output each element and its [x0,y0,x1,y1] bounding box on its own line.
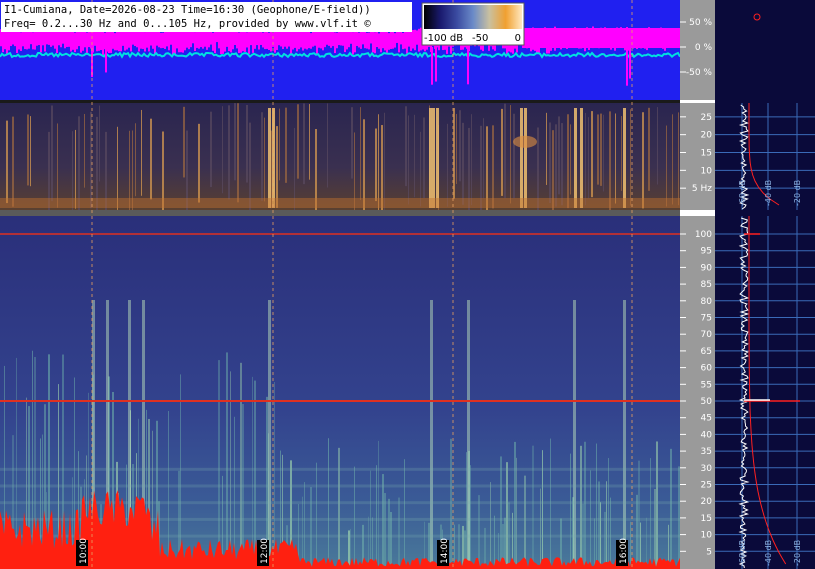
time-label-group: 14:00 [437,538,450,566]
main-tick-label: 75 [701,314,712,324]
low-freq-spectrogram [0,103,680,231]
main-tick-label: 80 [701,297,713,307]
low-freq-tick-label: 20 [701,131,713,141]
time-label: 14:00 [440,538,450,564]
amplitude-tick-label: 50 % [689,18,712,28]
profile-db-label: -40 dB [764,540,773,566]
amplitude-tick-label: -50 % [686,68,713,78]
main-tick-label: 20 [701,497,713,507]
main-tick-label: 25 [701,481,712,491]
main-tick-label: 65 [701,347,712,357]
main-tick-label: 15 [701,514,712,524]
time-label: 16:00 [619,538,629,564]
low-freq-background [0,103,680,210]
profile-db-label: -60 dB [738,540,747,566]
colorbar-label-mid: -50 [472,33,488,44]
time-label-group: 16:00 [616,538,629,566]
time-label-group: 10:00 [76,538,89,566]
colorbar-label-min: -100 dB [424,33,463,44]
time-label-group: 12:00 [257,538,270,566]
main-tick-label: 85 [701,280,712,290]
low-freq-tick-label: 5 Hz [692,184,712,194]
spectrogram-chart: I1-Cumiana, Date=2026-08-23 Time=16:30 (… [0,0,815,569]
amplitude-tick-label: 0 % [695,43,713,53]
profile-panels: -60 dB -40 dB -20 dB -60 dB -40 dB -20 dB [715,0,815,569]
main-tick-label: 70 [701,330,713,340]
profile-db-label: -20 dB [793,540,802,566]
header-line1: I1-Cumiana, Date=2026-08-23 Time=16:30 (… [4,4,371,16]
profile-db-label: -60 dB [738,180,747,206]
main-tick-label: 95 [701,247,712,257]
vlf-spectrogram-view: I1-Cumiana, Date=2026-08-23 Time=16:30 (… [0,0,815,569]
main-tick-label: 60 [701,364,713,374]
main-tick-label: 90 [701,263,713,273]
main-spectrogram [0,216,680,569]
main-tick-label: 35 [701,447,712,457]
colorbar: -100 dB -50 0 [421,2,525,46]
header: I1-Cumiana, Date=2026-08-23 Time=16:30 (… [1,2,412,32]
main-tick-label: 100 [695,230,712,240]
time-label: 12:00 [260,538,270,564]
main-tick-label: 10 [701,531,713,541]
profile-db-label: -40 dB [764,180,773,206]
main-tick-label: 5 [706,547,712,557]
time-label: 10:00 [79,538,89,564]
header-line2: Freq= 0.2...30 Hz and 0...105 Hz, provid… [4,18,371,30]
colorbar-label-max: 0 [515,33,521,44]
y-axis-scales: 50 % 0 % -50 % 25 20 15 10 5 Hz 100 95 90 85 80 75 7… [680,0,715,569]
main-tick-label: 40 [701,430,713,440]
colorbar-strip [424,5,522,29]
low-freq-tick-label: 10 [701,166,713,176]
main-tick-label: 45 [701,414,712,424]
low-freq-tick-label: 25 [701,113,712,123]
low-freq-tick-label: 15 [701,149,712,159]
main-tick-label: 30 [701,464,713,474]
main-tick-label: 55 [701,380,712,390]
main-tick-label: 50 [701,397,713,407]
profile-db-label: -20 dB [793,180,802,206]
